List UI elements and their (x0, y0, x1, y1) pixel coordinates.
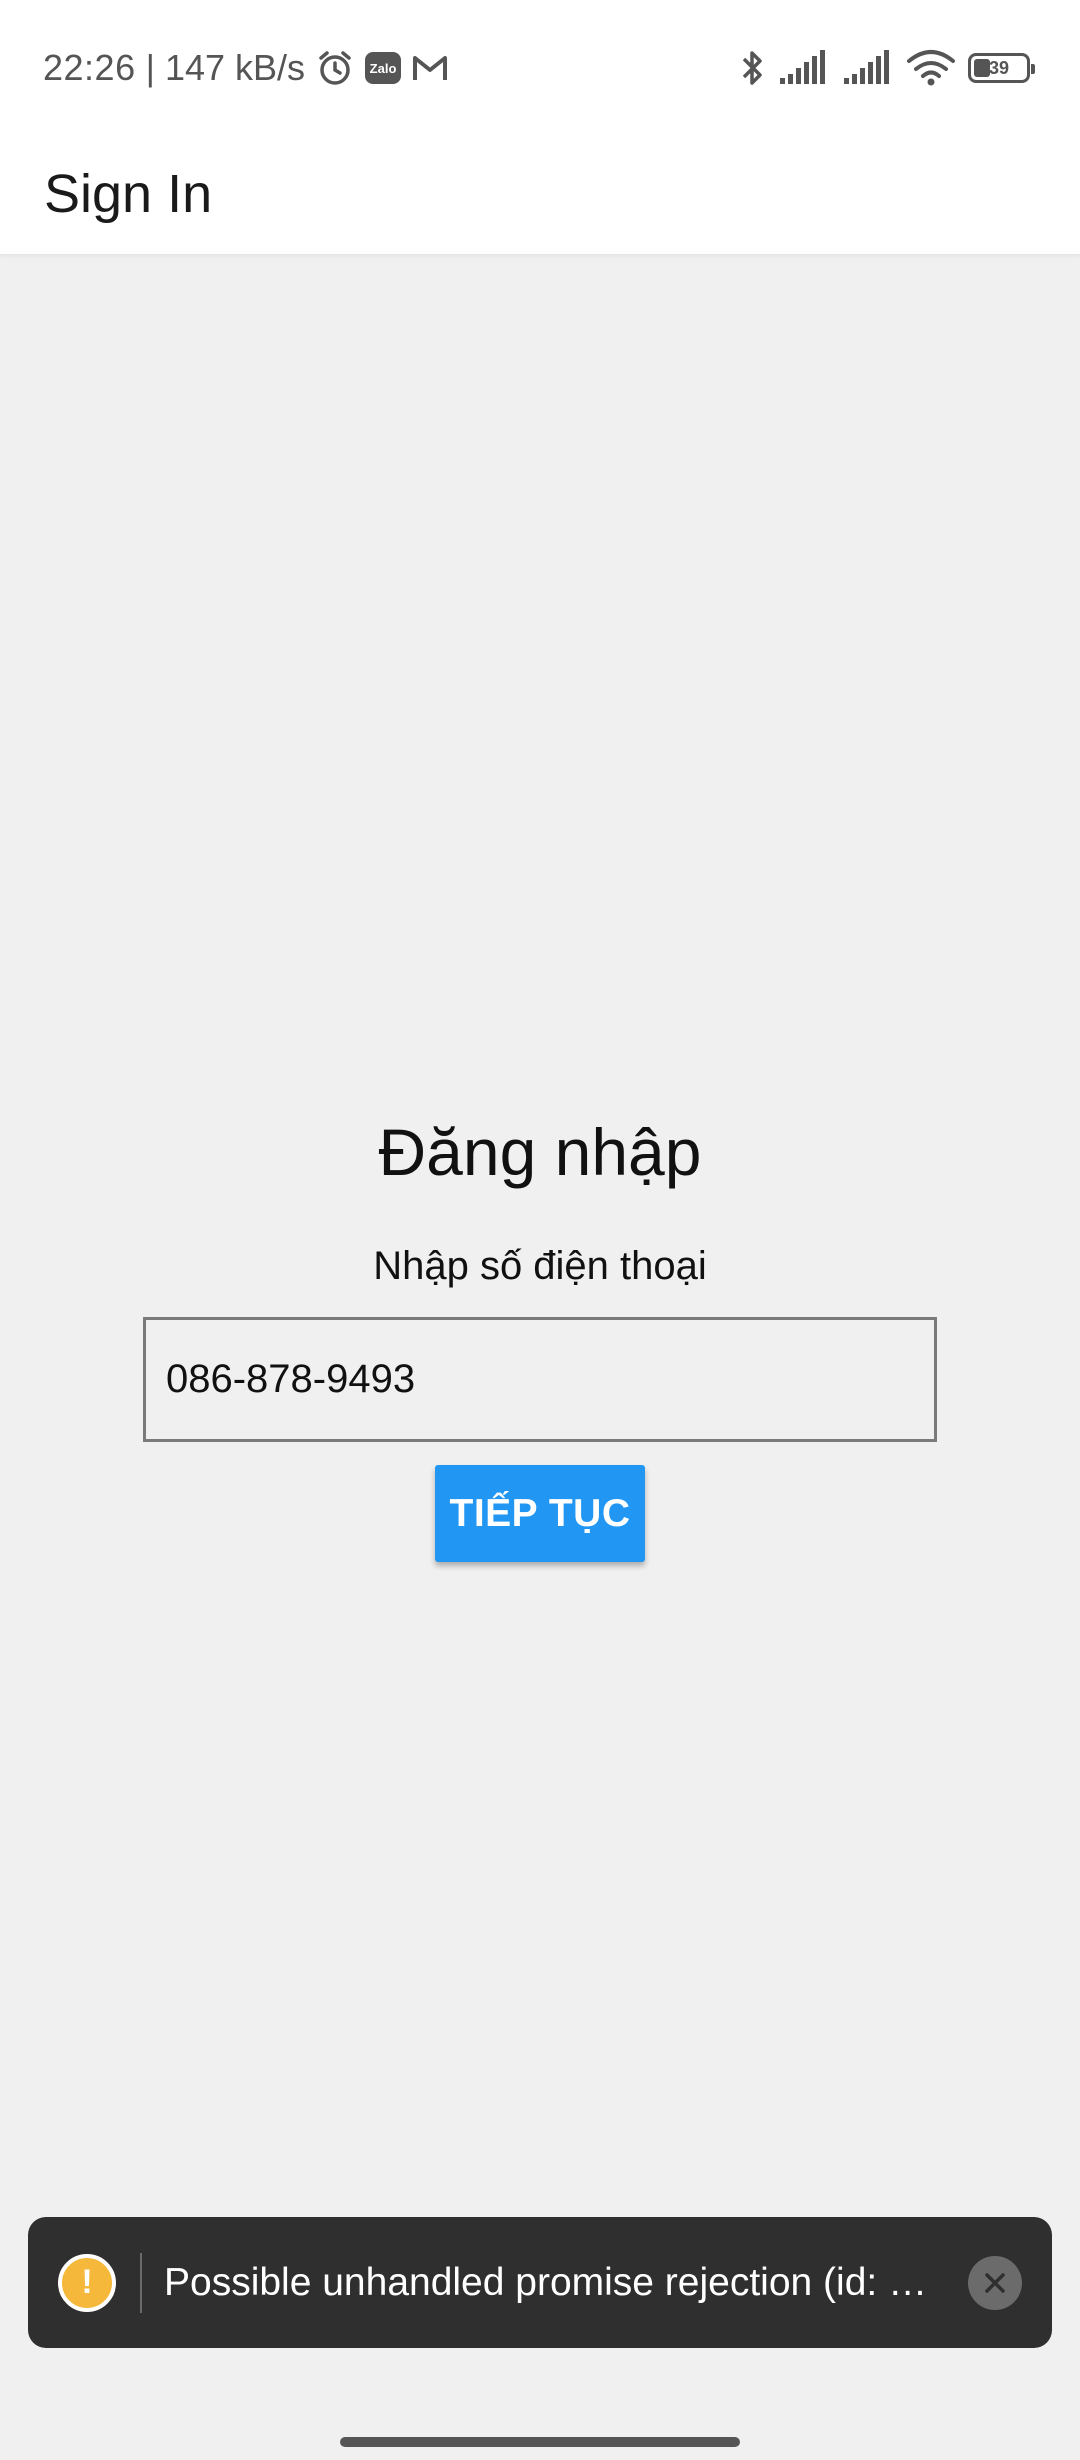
close-icon[interactable] (968, 2255, 1022, 2310)
battery-level: 39 (988, 57, 1010, 78)
status-left: 22:26 | 147 kB/s Zalo (43, 44, 449, 92)
navigation-bar (0, 2418, 1080, 2460)
wifi-icon (906, 49, 956, 87)
status-separator: | (145, 47, 155, 88)
login-heading: Đăng nhập (378, 1115, 702, 1189)
status-right: 39 (740, 44, 1035, 92)
network-speed: 147 kB/s (164, 47, 306, 88)
toast-divider (140, 2252, 142, 2313)
status-time: 22:26 (43, 47, 136, 88)
sign-in-form: Đăng nhập Nhập số điện thoại TIẾP TỤC (0, 254, 1080, 2400)
app-bar: Sign In (0, 135, 1080, 254)
warning-toast[interactable]: ! Possible unhandled promise rejection (… (28, 2217, 1052, 2348)
zalo-icon: Zalo (365, 52, 402, 84)
battery-fill (974, 59, 990, 77)
signal-icon (842, 50, 894, 86)
alarm-icon (315, 48, 355, 88)
phone-label: Nhập số điện thoại (373, 1244, 707, 1288)
signal-icon (778, 50, 830, 86)
continue-button[interactable]: TIẾP TỤC (435, 1465, 645, 1562)
battery-icon: 39 (968, 53, 1035, 83)
toast-message: Possible unhandled promise rejection (id… (164, 2260, 946, 2304)
page-title: Sign In (44, 164, 213, 224)
warning-icon: ! (58, 2253, 116, 2312)
home-indicator[interactable] (340, 2437, 740, 2447)
phone-number-input[interactable] (143, 1317, 937, 1442)
bluetooth-icon (740, 47, 766, 89)
status-bar: 22:26 | 147 kB/s Zalo 39 (0, 0, 1080, 135)
gmail-icon (411, 52, 449, 84)
